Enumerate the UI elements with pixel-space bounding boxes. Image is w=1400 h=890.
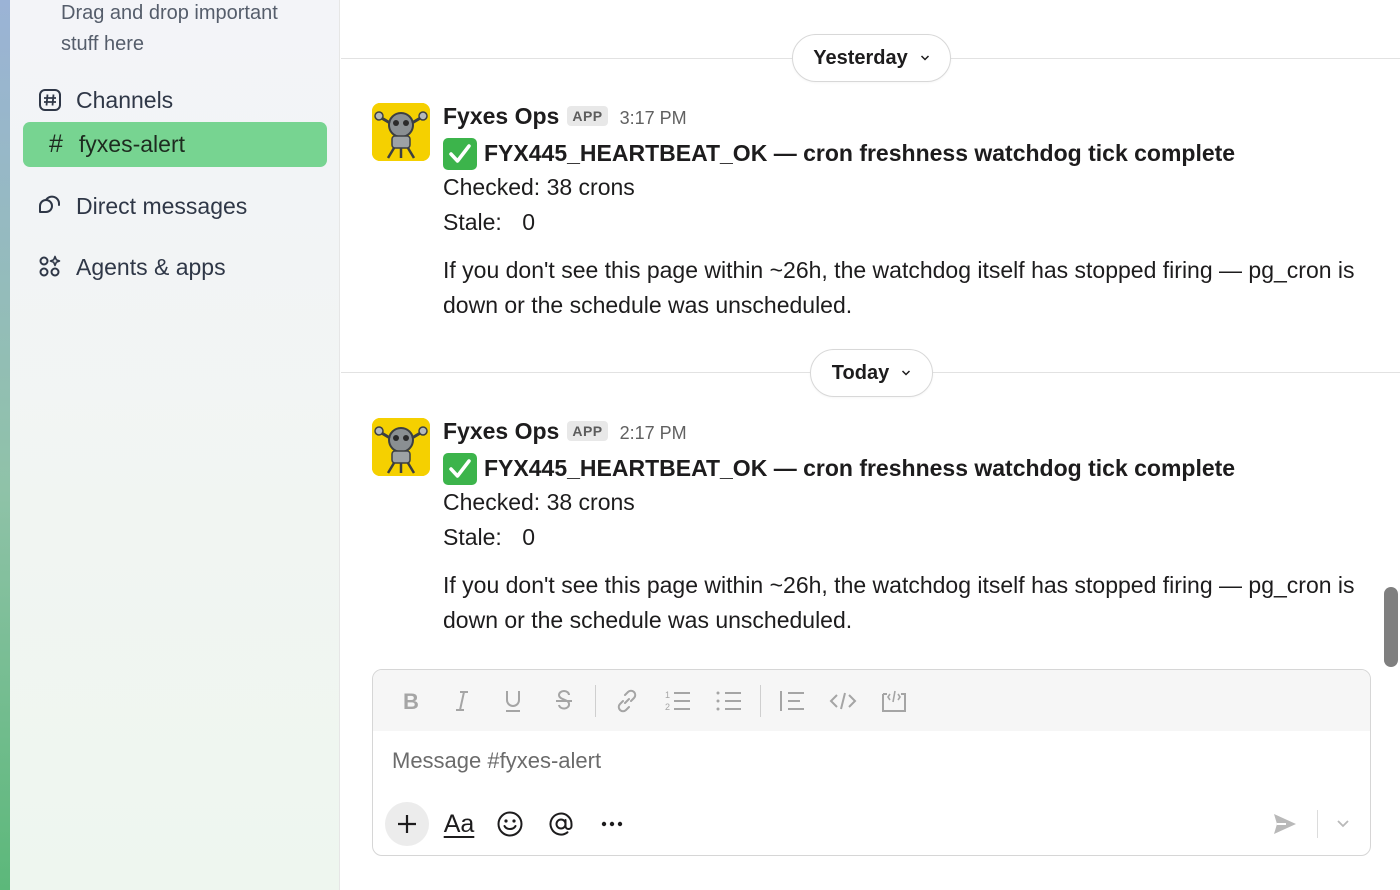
check-mark-icon [443, 137, 477, 170]
sidebar-section-channels[interactable]: Channels [36, 80, 173, 120]
sidebar-section-agents-apps[interactable]: Agents & apps [36, 247, 226, 287]
direct-messages-label: Direct messages [76, 192, 248, 219]
message-composer: B 12 Message #fyxes-alert Aa [372, 669, 1371, 856]
message-input[interactable] [392, 748, 1292, 774]
chevron-down-icon [902, 370, 911, 376]
svg-text:1: 1 [665, 690, 670, 700]
svg-text:2: 2 [665, 702, 670, 712]
sidebar-item-fyxes-alert[interactable]: # fyxes-alert [23, 122, 327, 167]
stale-value: 0 [522, 524, 536, 550]
message-header: Fyxes Ops APP 2:17 PM [443, 418, 1383, 448]
sender-name[interactable]: Fyxes Ops [443, 418, 559, 445]
channel-name: fyxes-alert [78, 131, 185, 157]
link-icon[interactable] [607, 681, 647, 721]
message-timestamp[interactable]: 3:17 PM [620, 108, 687, 129]
checked-value: 38 crons [546, 174, 635, 200]
code-block-icon[interactable] [874, 681, 914, 721]
svg-text:B: B [403, 689, 419, 713]
drag-drop-hint: Drag and drop important stuff here [61, 2, 278, 55]
mention-icon[interactable] [539, 802, 583, 846]
ordered-list-icon[interactable]: 12 [658, 681, 698, 721]
message-body: Fyxes Ops APP 3:17 PM FYX445_HEARTBEAT_O… [443, 103, 1383, 323]
message-pane: Yesterday Fyxes Ops APP 3:17 PM FYX445_H… [341, 0, 1400, 890]
sidebar-section-direct-messages[interactable]: Direct messages [36, 186, 247, 226]
checked-line: Checked: 38 crons [443, 485, 1383, 520]
scrollbar-thumb[interactable] [1384, 587, 1398, 667]
text-format-button[interactable]: Aa [437, 802, 481, 846]
text-format-label: Aa [443, 809, 475, 838]
send-separator [1317, 810, 1318, 838]
toolbar-separator [595, 684, 596, 717]
stale-line: Stale: 0 [443, 205, 1383, 240]
formatting-toolbar: B 12 [373, 670, 1370, 731]
emoji-icon[interactable] [488, 802, 532, 846]
more-icon[interactable] [590, 802, 634, 846]
message-header: Fyxes Ops APP 3:17 PM [443, 103, 1383, 133]
direct-messages-icon [36, 192, 64, 220]
code-icon[interactable] [823, 681, 863, 721]
message-note: If you don't see this page within ~26h, … [443, 572, 1355, 633]
window-edge-strip [0, 0, 10, 890]
agents-apps-icon [36, 253, 64, 281]
sender-name[interactable]: Fyxes Ops [443, 103, 559, 130]
send-icon[interactable] [1263, 802, 1307, 846]
toolbar-separator [760, 684, 761, 717]
checked-label: Checked: [443, 489, 541, 515]
bold-icon[interactable]: B [391, 681, 431, 721]
day-pill-yesterday[interactable]: Yesterday [792, 34, 951, 82]
blockquote-icon[interactable] [772, 681, 812, 721]
bulleted-list-icon[interactable] [709, 681, 749, 721]
stale-value: 0 [522, 209, 536, 235]
headline-text: FYX445_HEARTBEAT_OK — cron freshness wat… [484, 140, 1236, 166]
day-label: Today [831, 361, 890, 384]
message-body: Fyxes Ops APP 2:17 PM FYX445_HEARTBEAT_O… [443, 418, 1383, 638]
italic-icon[interactable] [442, 681, 482, 721]
agents-apps-label: Agents & apps [76, 253, 226, 280]
message-timestamp[interactable]: 2:17 PM [620, 423, 687, 444]
check-mark-icon [443, 452, 477, 485]
bot-avatar[interactable] [372, 418, 430, 476]
plus-icon[interactable] [385, 802, 429, 846]
underline-icon[interactable] [493, 681, 533, 721]
message-note: If you don't see this page within ~26h, … [443, 257, 1355, 318]
stale-label: Stale: [443, 524, 502, 550]
message-headline: FYX445_HEARTBEAT_OK — cron freshness wat… [443, 137, 1383, 170]
schedule-chevron-down-icon[interactable] [1328, 802, 1358, 846]
app-badge: APP [567, 106, 608, 126]
channels-label: Channels [76, 86, 174, 113]
day-label: Yesterday [813, 46, 908, 69]
hash-icon: # [49, 130, 63, 158]
send-controls [1263, 801, 1358, 847]
bot-avatar[interactable] [372, 103, 430, 161]
strikethrough-icon[interactable] [544, 681, 584, 721]
checked-value: 38 crons [546, 489, 635, 515]
stale-label: Stale: [443, 209, 502, 235]
channels-hash-box-icon [36, 86, 64, 114]
day-pill-today[interactable]: Today [810, 349, 933, 397]
headline-text: FYX445_HEARTBEAT_OK — cron freshness wat… [484, 455, 1236, 481]
app-badge: APP [567, 421, 608, 441]
sidebar: Drag and drop important stuff here Chann… [10, 0, 340, 890]
stale-line: Stale: 0 [443, 520, 1383, 555]
composer-tools: Aa [385, 801, 641, 847]
message-headline: FYX445_HEARTBEAT_OK — cron freshness wat… [443, 452, 1383, 485]
checked-line: Checked: 38 crons [443, 170, 1383, 205]
checked-label: Checked: [443, 174, 541, 200]
chevron-down-icon [920, 55, 929, 61]
